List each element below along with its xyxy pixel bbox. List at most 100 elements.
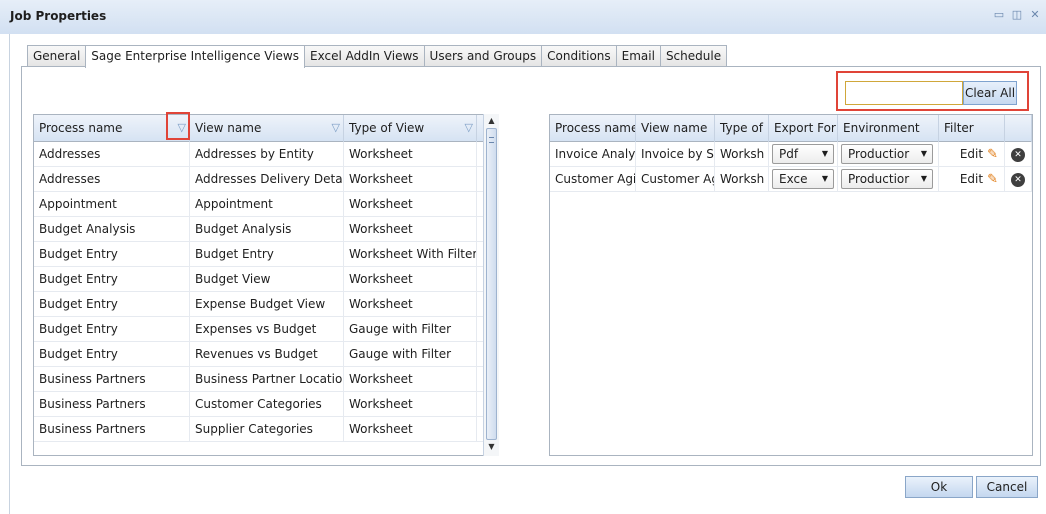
cell-view: Addresses by Entity bbox=[190, 142, 344, 167]
clear-all-button[interactable]: Clear All bbox=[963, 81, 1017, 105]
export-format-value: Exce bbox=[779, 172, 808, 186]
environment-value: Productior bbox=[848, 147, 910, 161]
ok-button[interactable]: Ok bbox=[905, 476, 973, 498]
tab-conditions[interactable]: Conditions bbox=[541, 45, 617, 67]
filter-icon[interactable]: ▽ bbox=[465, 115, 473, 141]
tab-schedule[interactable]: Schedule bbox=[659, 45, 728, 67]
table-row[interactable]: Budget Entry Revenues vs Budget Gauge with… bbox=[34, 342, 498, 367]
remove-icon[interactable]: ✕ bbox=[1011, 147, 1025, 162]
table-row[interactable]: Budget EntryBudget ViewWorksheet+ bbox=[34, 267, 498, 292]
cell-type: Gauge with Filter bbox=[344, 317, 477, 342]
environment-select[interactable]: Productior ▼ bbox=[841, 144, 933, 164]
pencil-icon[interactable]: ✎ bbox=[987, 172, 998, 187]
filter-highlight-box bbox=[166, 112, 190, 140]
table-row[interactable]: Budget AnalysisBudget AnalysisWorksheet+ bbox=[34, 217, 498, 242]
close-icon[interactable]: ✕ bbox=[1028, 8, 1042, 22]
table-row[interactable]: Budget Entry Budget Entry Worksheet With F… bbox=[34, 242, 498, 267]
cell-process: Budget Entry bbox=[34, 317, 190, 342]
cell-process: Business Partners bbox=[34, 417, 190, 442]
table-row[interactable]: Invoice Analy: Invoice by Sa Worksh Pdf ▼ Pro… bbox=[550, 142, 1032, 167]
cell-environment: Productior ▼ bbox=[838, 142, 939, 167]
environment-select[interactable]: Productior ▼ bbox=[841, 169, 933, 189]
tab-users-and-groups[interactable]: Users and Groups bbox=[423, 45, 543, 67]
column-header-environment[interactable]: Environment bbox=[838, 115, 939, 142]
column-header-type-of-view[interactable]: Type of View ▽ bbox=[344, 115, 477, 142]
environment-value: Productior bbox=[848, 172, 910, 186]
cell-process: Budget Entry bbox=[34, 267, 190, 292]
cell-process: Invoice Analy: bbox=[550, 142, 636, 167]
cell-type: Worksheet bbox=[344, 392, 477, 417]
table-row[interactable]: Budget Entry Expense Budget View Worksheet… bbox=[34, 292, 498, 317]
column-header-delete bbox=[1005, 115, 1032, 142]
remove-icon[interactable]: ✕ bbox=[1011, 172, 1025, 187]
cell-filter: Edit ✎ bbox=[939, 142, 1005, 167]
column-header-label: Process name bbox=[39, 121, 123, 135]
column-header-export-format[interactable]: Export For bbox=[769, 115, 838, 142]
table-row[interactable]: Customer Agi Customer Agi Worksh Exce ▼ Produ… bbox=[550, 167, 1032, 192]
cell-view: Appointment bbox=[190, 192, 344, 217]
selected-views-grid: Process name View name Type of Export Fo… bbox=[549, 114, 1033, 456]
table-row[interactable]: Business Partners Customer Categories Work… bbox=[34, 392, 498, 417]
cell-delete: ✕ bbox=[1005, 167, 1032, 192]
edit-filter-link[interactable]: Edit bbox=[960, 147, 983, 161]
cell-view: Revenues vs Budget bbox=[190, 342, 344, 367]
tab-email[interactable]: Email bbox=[615, 45, 661, 67]
cell-view: Expense Budget View bbox=[190, 292, 344, 317]
tab-excel-addin-views[interactable]: Excel AddIn Views bbox=[304, 45, 425, 67]
cell-view: Budget View bbox=[190, 267, 344, 292]
cell-type: Worksheet bbox=[344, 292, 477, 317]
column-header-view-name[interactable]: View name bbox=[636, 115, 715, 142]
vertical-scrollbar[interactable]: ▲ ▼ bbox=[483, 114, 499, 456]
cell-type: Worksheet bbox=[344, 367, 477, 392]
pencil-icon[interactable]: ✎ bbox=[987, 147, 998, 162]
cell-type: Worksheet bbox=[344, 417, 477, 442]
scrollbar-thumb[interactable] bbox=[486, 128, 497, 440]
column-header-label: View name bbox=[195, 121, 262, 135]
cell-delete: ✕ bbox=[1005, 142, 1032, 167]
column-header-type[interactable]: Type of bbox=[715, 115, 769, 142]
column-header-process-name[interactable]: Process name bbox=[550, 115, 636, 142]
grid-header: Process name ▽ View name ▽ Type of View … bbox=[34, 115, 498, 142]
table-row[interactable]: Business Partners Business Partner Locati… bbox=[34, 367, 498, 392]
scroll-grip-icon bbox=[489, 137, 494, 143]
cell-view: Invoice by Sa bbox=[636, 142, 715, 167]
table-row[interactable]: Business Partners Supplier Categories Work… bbox=[34, 417, 498, 442]
window-title: Job Properties bbox=[10, 9, 107, 23]
cell-view: Customer Categories bbox=[190, 392, 344, 417]
window-frame-left bbox=[0, 34, 10, 514]
table-row[interactable]: Budget Entry Expenses vs Budget Gauge with… bbox=[34, 317, 498, 342]
cell-environment: Productior ▼ bbox=[838, 167, 939, 192]
cell-view: Addresses Delivery Details bbox=[190, 167, 344, 192]
table-row[interactable]: Addresses Addresses Delivery Details Works… bbox=[34, 167, 498, 192]
cell-process: Business Partners bbox=[34, 392, 190, 417]
export-format-select[interactable]: Exce ▼ bbox=[772, 169, 834, 189]
cell-type: Worksheet bbox=[344, 142, 477, 167]
cell-view: Budget Analysis bbox=[190, 217, 344, 242]
cell-view: Budget Entry bbox=[190, 242, 344, 267]
column-header-label: Type of View bbox=[349, 121, 425, 135]
maximize-icon[interactable]: ◫ bbox=[1010, 8, 1024, 22]
column-header-filter[interactable]: Filter bbox=[939, 115, 1005, 142]
cell-type: Worksh bbox=[715, 142, 769, 167]
scroll-down-icon[interactable]: ▼ bbox=[484, 440, 499, 454]
table-row[interactable]: AddressesAddresses by EntityWorksheet+ bbox=[34, 142, 498, 167]
window-controls: ▭ ◫ ✕ bbox=[992, 8, 1042, 22]
cell-export-format: Exce ▼ bbox=[769, 167, 838, 192]
cell-process: Business Partners bbox=[34, 367, 190, 392]
table-row[interactable]: AppointmentAppointmentWorksheet+ bbox=[34, 192, 498, 217]
cancel-button[interactable]: Cancel bbox=[976, 476, 1038, 498]
edit-filter-link[interactable]: Edit bbox=[960, 172, 983, 186]
column-header-view-name[interactable]: View name ▽ bbox=[190, 115, 344, 142]
scroll-up-icon[interactable]: ▲ bbox=[484, 114, 499, 128]
tab-strip: General Sage Enterprise Intelligence Vie… bbox=[27, 45, 728, 68]
tab-general[interactable]: General bbox=[27, 45, 87, 67]
tab-sei-views[interactable]: Sage Enterprise Intelligence Views bbox=[85, 45, 305, 68]
filter-icon[interactable]: ▽ bbox=[332, 115, 340, 141]
cell-process: Customer Agi bbox=[550, 167, 636, 192]
export-format-select[interactable]: Pdf ▼ bbox=[772, 144, 834, 164]
search-input[interactable] bbox=[845, 81, 963, 105]
chevron-down-icon: ▼ bbox=[920, 174, 927, 183]
minimize-icon[interactable]: ▭ bbox=[992, 8, 1006, 22]
cell-view: Business Partner Locations bbox=[190, 367, 344, 392]
cell-type: Worksheet With Filter bbox=[344, 242, 477, 267]
